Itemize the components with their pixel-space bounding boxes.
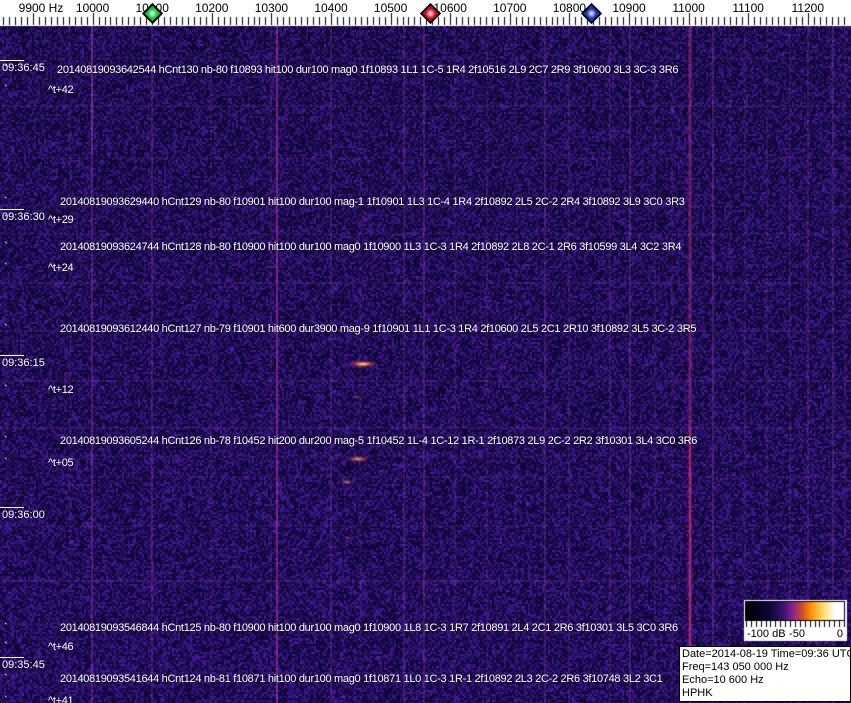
left-tick-mark: `	[4, 196, 8, 208]
left-tick-mark: `	[4, 641, 8, 653]
time-label: 09:36:30	[2, 211, 45, 223]
left-tick-mark: `	[4, 673, 8, 685]
time-tick-line	[0, 209, 24, 210]
detection-text: 20140819093605244 hCnt126 nb-78 f10452 h…	[60, 435, 698, 447]
left-tick-mark: `	[4, 214, 8, 226]
detection-text: 20140819093541644 hCnt124 nb-81 f10871 h…	[60, 673, 663, 685]
freq-tick-label: 11000	[672, 1, 705, 15]
time-offset-marker: ^t+05	[48, 457, 74, 469]
freq-tick-label: 10900	[612, 1, 646, 15]
detection-text: 20140819093642544 hCnt130 nb-80 f10893 h…	[57, 64, 679, 76]
left-tick-mark: `	[4, 622, 8, 634]
freq-tick-label: 9900 Hz	[18, 1, 64, 15]
left-tick-mark: `	[4, 384, 8, 396]
time-tick-line	[0, 60, 24, 61]
freq-tick-label: 10500	[373, 1, 408, 15]
left-tick-mark: `	[4, 262, 8, 274]
time-tick-line	[0, 657, 24, 658]
info-date-time: Date=2014-08-19 Time=09:36 UTC	[682, 648, 851, 660]
db-scale-min-label: -100 dB	[747, 628, 786, 640]
detection-text: 20140819093629440 hCnt129 nb-80 f10901 h…	[60, 196, 685, 208]
left-tick-mark: `	[4, 323, 8, 335]
freq-tick-label: 10700	[493, 1, 527, 15]
left-tick-mark: `	[4, 84, 8, 96]
freq-tick-label: 10200	[195, 1, 229, 15]
freq-tick-label: 10400	[314, 1, 348, 15]
spectrogram-canvas[interactable]	[0, 0, 851, 703]
time-offset-marker: ^t+46	[48, 641, 74, 653]
detection-text: 20140819093546844 hCnt125 nb-80 f10900 h…	[60, 622, 678, 634]
info-box: Date=2014-08-19 Time=09:36 UTC Freq=143 …	[679, 646, 851, 702]
time-label: 09:36:45	[2, 62, 45, 74]
time-offset-marker: ^t+29	[48, 214, 74, 226]
db-scale-mid-label: -50	[789, 628, 805, 640]
time-label: 09:35:45	[2, 659, 45, 671]
time-offset-marker: ^t+41	[48, 695, 74, 703]
time-offset-marker: ^t+12	[48, 384, 74, 396]
left-tick-mark: `	[4, 457, 8, 469]
freq-tick-label: 10000	[75, 1, 110, 15]
freq-tick-label: 10300	[254, 1, 289, 15]
left-tick-mark: `	[4, 241, 8, 253]
time-label: 09:36:00	[2, 509, 45, 521]
detection-text: 20140819093624744 hCnt128 nb-80 f10900 h…	[60, 241, 682, 253]
left-tick-mark: `	[4, 695, 8, 703]
freq-tick-label: 11200	[791, 1, 825, 15]
freq-tick-label: 11100	[732, 1, 764, 15]
spectrogram-window: 9900 Hz100001010010200103001040010500106…	[0, 0, 851, 703]
time-tick-line	[0, 507, 24, 508]
info-station-id: HPHK	[682, 687, 713, 699]
time-offset-marker: ^t+42	[48, 84, 74, 96]
time-tick-line	[0, 355, 24, 356]
info-echo-frequency: Echo=10 600 Hz	[682, 674, 764, 686]
left-tick-mark: `	[4, 64, 8, 76]
info-frequency: Freq=143 050 000 Hz	[682, 661, 789, 673]
detection-text: 20140819093612440 hCnt127 nb-79 f10901 h…	[60, 323, 697, 335]
time-label: 09:36:15	[2, 357, 45, 369]
time-offset-marker: ^t+24	[48, 262, 74, 274]
left-tick-mark: `	[4, 435, 8, 447]
db-scale-max-label: 0	[836, 628, 843, 640]
